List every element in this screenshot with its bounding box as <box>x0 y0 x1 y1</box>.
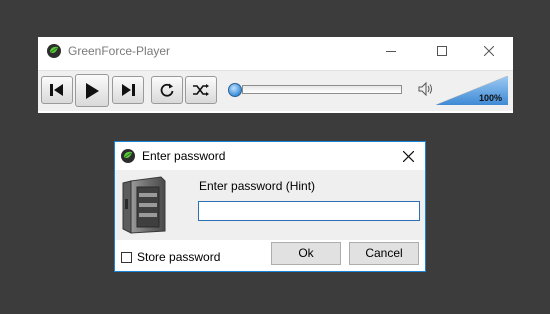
store-password-checkbox-row[interactable]: Store password <box>121 250 220 264</box>
player-title: GreenForce-Player <box>68 44 171 58</box>
cancel-button[interactable]: Cancel <box>349 242 419 265</box>
repeat-icon <box>160 83 174 97</box>
volume-percent: 100% <box>478 93 502 103</box>
close-button[interactable] <box>466 37 512 65</box>
greenforce-logo-icon <box>121 149 135 163</box>
minimize-icon <box>386 51 396 52</box>
close-icon <box>484 46 494 56</box>
password-prompt-label: Enter password (Hint) <box>199 179 316 193</box>
dialog-close-button[interactable] <box>391 142 425 170</box>
greenforce-logo-icon <box>47 44 61 58</box>
next-button[interactable] <box>112 76 144 104</box>
ok-button[interactable]: Ok <box>271 242 341 265</box>
minimize-button[interactable] <box>368 37 414 65</box>
password-input[interactable] <box>198 201 420 221</box>
store-password-checkbox[interactable] <box>121 251 132 263</box>
volume-slider[interactable]: 100% <box>435 75 509 106</box>
play-icon <box>86 82 99 99</box>
seek-bar[interactable] <box>242 85 402 94</box>
dialog-body: Enter password (Hint) <box>115 170 425 240</box>
play-button[interactable] <box>75 74 109 107</box>
player-window: GreenForce-Player 100% <box>38 37 513 113</box>
dialog-title: Enter password <box>142 149 226 163</box>
shuffle-button[interactable] <box>185 76 217 104</box>
speaker-icon[interactable] <box>418 81 434 97</box>
close-icon <box>402 150 414 162</box>
safe-icon <box>122 176 166 234</box>
maximize-icon <box>437 46 447 56</box>
seek-slider-handle[interactable] <box>228 83 242 97</box>
previous-button[interactable] <box>41 76 73 104</box>
player-titlebar[interactable]: GreenForce-Player <box>38 37 513 65</box>
store-password-label[interactable]: Store password <box>137 250 220 264</box>
password-dialog: Enter password Enter password (Hint) Sto… <box>114 141 426 272</box>
previous-icon <box>50 84 63 96</box>
repeat-button[interactable] <box>151 76 183 104</box>
player-toolbar: 100% <box>38 70 513 111</box>
dialog-titlebar[interactable]: Enter password <box>115 142 425 170</box>
next-icon <box>122 84 135 96</box>
shuffle-icon <box>193 84 209 96</box>
maximize-button[interactable] <box>419 37 465 65</box>
